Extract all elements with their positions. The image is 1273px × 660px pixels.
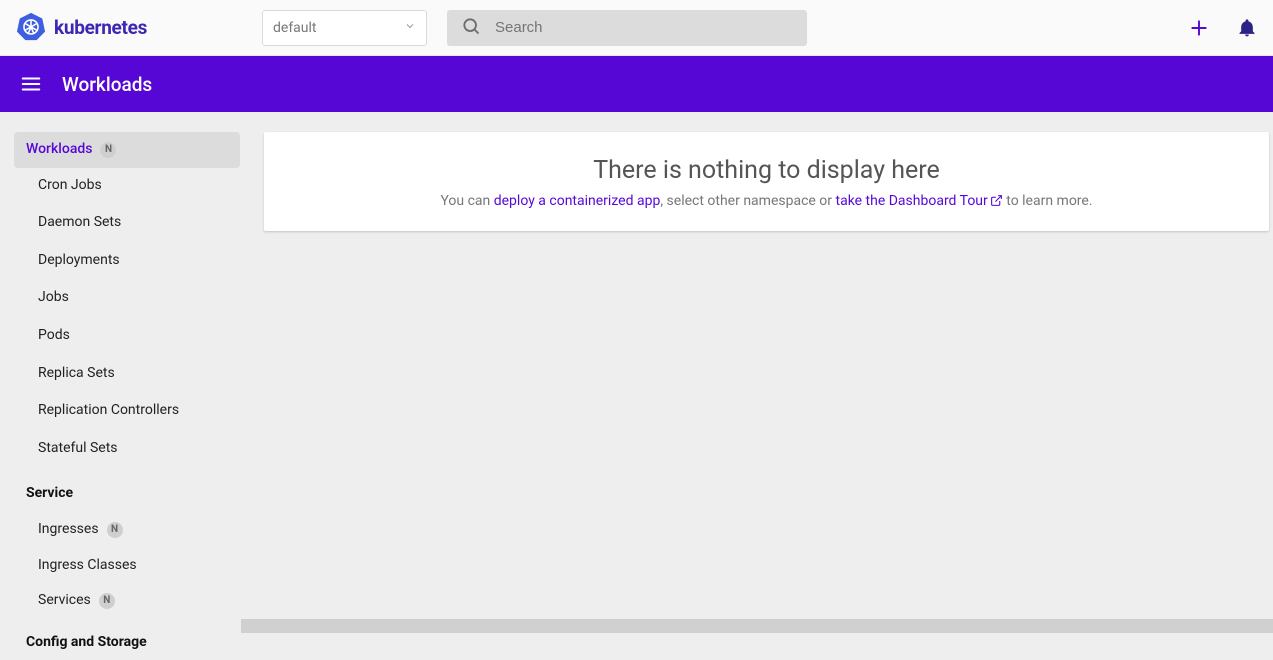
create-button[interactable] (1189, 18, 1209, 38)
tour-link-text: take the Dashboard Tour (836, 193, 988, 209)
main-content: There is nothing to display here You can… (264, 132, 1273, 231)
sidebar-item-services[interactable]: Services N (14, 583, 240, 619)
header-actions (1189, 18, 1257, 38)
search-icon (461, 16, 481, 40)
sidebar-item-ingress-classes[interactable]: Ingress Classes (14, 548, 240, 584)
brand[interactable]: kubernetes (16, 11, 226, 45)
sidebar-group-config-storage: Config and Storage (14, 619, 240, 660)
sidebar-item-workloads-child[interactable]: Replica Sets (14, 356, 240, 392)
sidebar-item-workloads-child[interactable]: Cron Jobs (14, 168, 240, 204)
sidebar-item-label: Services (38, 591, 91, 611)
dashboard-tour-link[interactable]: take the Dashboard Tour (836, 193, 1003, 209)
top-header: kubernetes default (0, 0, 1273, 56)
sidebar-group-service: Service (14, 470, 240, 512)
sidebar-item-label: Ingresses (38, 520, 99, 540)
horizontal-scrollbar[interactable] (241, 619, 1273, 633)
namespace-select-value: default (273, 20, 317, 36)
sidebar-item-workloads-child[interactable]: Stateful Sets (14, 431, 240, 467)
sidebar-item-label: Stateful Sets (38, 439, 118, 459)
section-bar: Workloads (0, 56, 1273, 112)
sidebar-item-label: Replication Controllers (38, 401, 179, 421)
external-link-icon (990, 194, 1003, 211)
chevron-down-icon (404, 20, 416, 36)
sidebar-item-ingresses[interactable]: Ingresses N (14, 512, 240, 548)
sidebar-item-label: Jobs (38, 288, 69, 308)
namespace-select[interactable]: default (262, 10, 427, 46)
search-input[interactable] (495, 19, 793, 36)
sidebar-item-label: Deployments (38, 251, 120, 271)
sidebar-item-workloads-child[interactable]: Replication Controllers (14, 393, 240, 429)
empty-prefix: You can (440, 193, 493, 209)
sidebar-item-label: Replica Sets (38, 364, 115, 384)
section-title: Workloads (62, 73, 152, 96)
badge-namespaced-icon: N (100, 142, 116, 158)
menu-toggle[interactable] (20, 73, 42, 95)
deploy-app-link[interactable]: deploy a containerized app (494, 193, 661, 209)
badge-namespaced-icon: N (107, 522, 123, 538)
sidebar-item-label: Pods (38, 326, 70, 346)
badge-namespaced-icon: N (99, 593, 115, 609)
empty-state-subtitle: You can deploy a containerized app, sele… (288, 193, 1245, 211)
sidebar-item-workloads-child[interactable]: Pods (14, 318, 240, 354)
empty-state-title: There is nothing to display here (288, 156, 1245, 185)
empty-state-card: There is nothing to display here You can… (264, 132, 1269, 231)
page-body: Workloads N Cron Jobs Daemon Sets Deployme… (0, 112, 1273, 660)
search-box[interactable] (447, 10, 807, 46)
kubernetes-logo-icon (16, 11, 46, 45)
empty-middle: , select other namespace or (660, 193, 835, 209)
sidebar-item-workloads-child[interactable]: Deployments (14, 243, 240, 279)
sidebar-item-label: Cron Jobs (38, 176, 102, 196)
empty-suffix: to learn more. (1003, 193, 1093, 209)
sidebar-item-label: Workloads (26, 140, 92, 160)
notifications-button[interactable] (1237, 18, 1257, 38)
sidebar-item-label: Daemon Sets (38, 213, 121, 233)
sidebar: Workloads N Cron Jobs Daemon Sets Deployme… (14, 132, 240, 660)
sidebar-item-label: Ingress Classes (38, 556, 137, 576)
sidebar-item-workloads-child[interactable]: Jobs (14, 280, 240, 316)
sidebar-item-workloads-child[interactable]: Daemon Sets (14, 205, 240, 241)
brand-name: kubernetes (54, 16, 147, 39)
sidebar-item-workloads[interactable]: Workloads N (14, 132, 240, 168)
